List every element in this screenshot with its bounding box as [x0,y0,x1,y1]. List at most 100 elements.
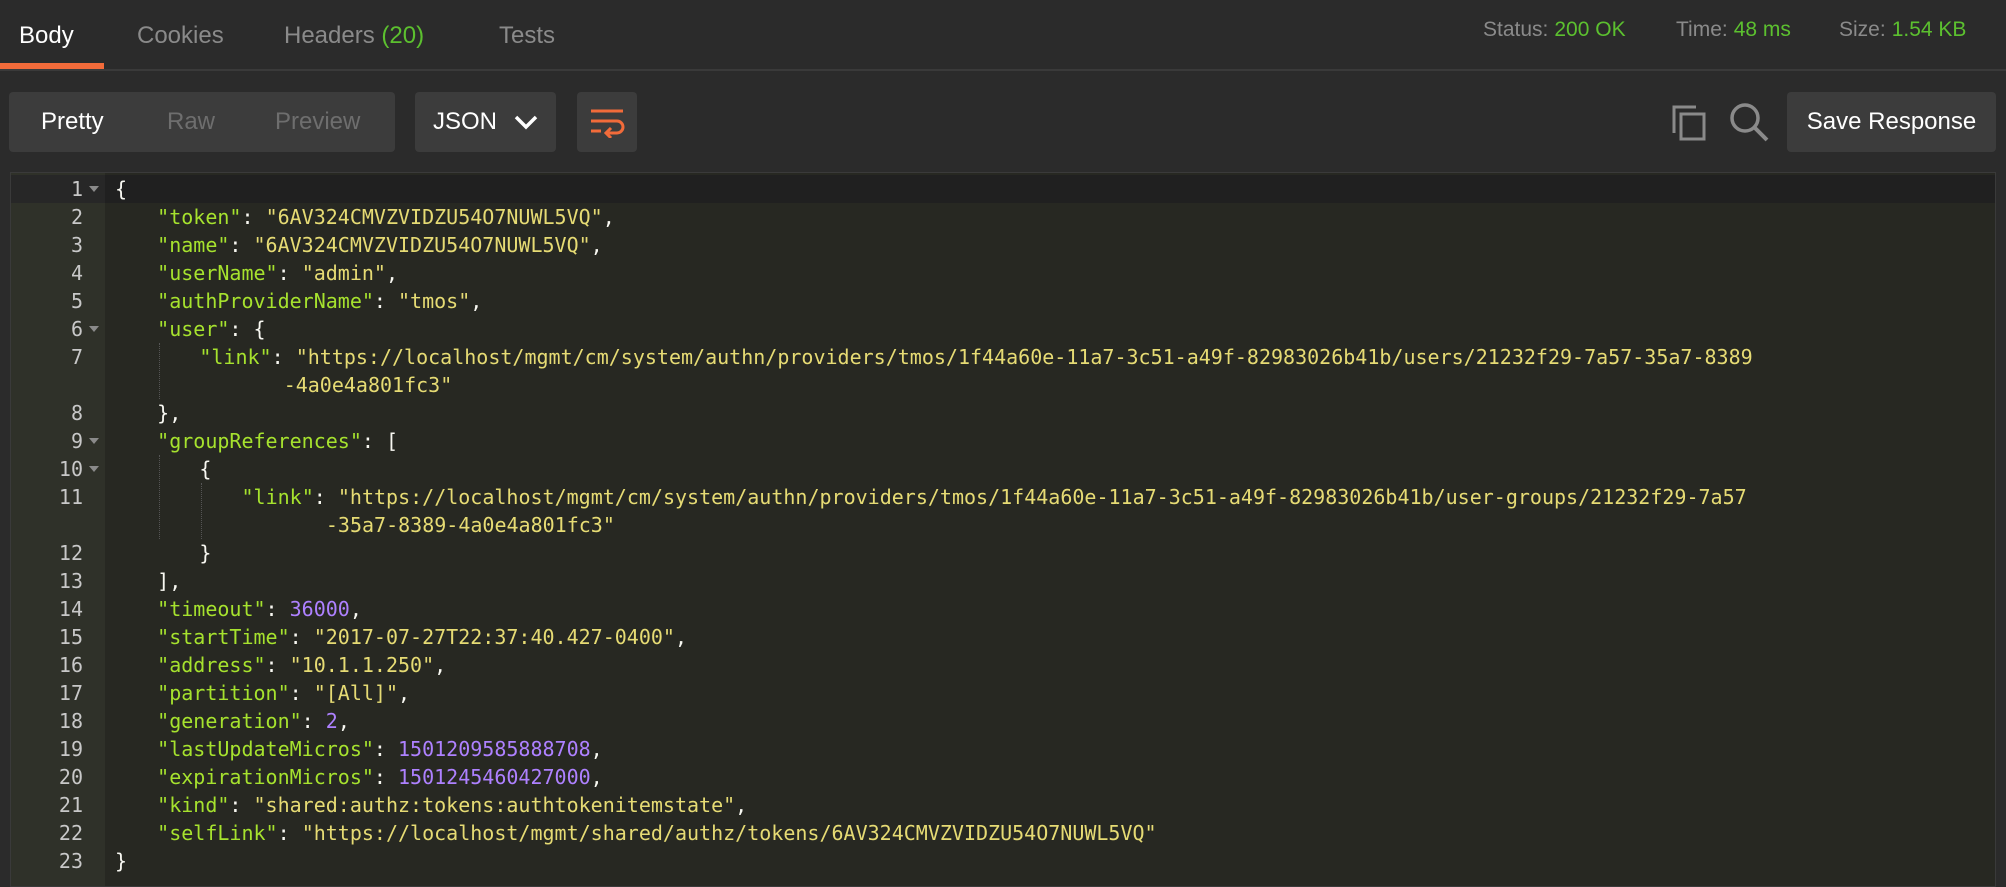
json-colon: : [361,429,386,453]
line-number: 11 [58,485,83,509]
code-line: 23} [11,847,1995,875]
code-line: 9 "groupReferences": [ [11,427,1995,455]
indent-guide [159,455,161,539]
json-key: "link" [199,345,272,369]
headers-count-badge: (20) [381,22,425,49]
code-line: 8}, [11,399,1995,427]
code-line: 22 "selfLink": "https://localhost/mgmt/sh… [11,819,1995,847]
raw-button[interactable]: Raw [167,92,215,152]
json-colon: : [313,485,338,509]
code-text: "user": { [157,315,265,343]
json-string-value: "https://localhost/mgmt/cm/system/authn/… [295,345,1753,369]
json-string-value: "tmos" [398,289,471,313]
json-punctuation: { [115,177,128,201]
code-text: "expirationMicros": 1501245460427000, [157,763,603,791]
code-line: 6 "user": { [11,315,1995,343]
json-string-value: "6AV324CMVZVIDZU54O7NUWL5VQ" [265,205,603,229]
line-number: 8 [70,401,83,425]
chevron-down-icon [514,115,538,130]
wrap-lines-button[interactable] [577,92,637,152]
json-colon: : [277,261,302,285]
json-comma: , [398,681,411,705]
line-number: 2 [70,205,83,229]
size-readout: Size: 1.54 KB [1839,18,1966,42]
tab-headers-label: Headers [284,22,375,49]
code-text: { [199,455,211,483]
json-string-value: -35a7-8389-4a0e4a801fc3" [325,513,615,537]
format-select-value: JSON [433,108,498,135]
copy-icon[interactable] [1670,103,1708,141]
wrap-lines-icon [591,109,625,138]
json-string-value: "[All]" [313,681,399,705]
fold-toggle-icon[interactable] [89,466,99,472]
line-number: 7 [70,345,83,369]
line-number: 15 [58,625,83,649]
tab-body[interactable]: Body [19,0,74,69]
search-icon[interactable] [1728,101,1770,143]
code-text: "selfLink": "https://localhost/mgmt/shar… [157,819,1156,847]
json-key: "kind" [157,793,230,817]
line-number: 18 [58,709,83,733]
json-key: "user" [157,317,230,341]
code-line: -35a7-8389-4a0e4a801fc3" [11,511,1995,539]
code-line: 21 "kind": "shared:authz:tokens:authtoken… [11,791,1995,819]
code-text: "partition": "[All]", [157,679,410,707]
json-key: "timeout" [157,597,266,621]
json-colon: : [241,205,266,229]
size-label: Size: [1839,18,1886,41]
line-number: 13 [58,569,83,593]
json-string-value: "https://localhost/mgmt/cm/system/authn/… [337,485,1747,509]
json-punctuation: { [199,457,212,481]
tab-body-label: Body [19,22,74,49]
code-line: 12} [11,539,1995,567]
json-punctuation: { [253,317,266,341]
json-comma: , [349,597,362,621]
json-colon: : [277,821,302,845]
line-number: 16 [58,653,83,677]
code-line: 2 "token": "6AV324CMVZVIDZU54O7NUWL5VQ", [11,203,1995,231]
line-number: 23 [58,849,83,873]
json-key: "address" [157,653,266,677]
tab-headers[interactable]: Headers (20) [284,0,424,69]
json-punctuation: [ [385,429,399,453]
code-line: 19 "lastUpdateMicros": 1501209585888708, [11,735,1995,763]
fold-toggle-icon[interactable] [89,326,99,332]
code-text: "address": "10.1.1.250", [157,651,446,679]
response-tabs-bar: Body Cookies Headers (20) Tests Status: 2… [0,0,2006,71]
json-comma: , [590,737,603,761]
status-value: 200 OK [1554,18,1626,41]
line-number: 14 [58,597,83,621]
tab-cookies[interactable]: Cookies [137,0,224,69]
code-line: 5 "authProviderName": "tmos", [11,287,1995,315]
json-colon: : [265,597,290,621]
fold-toggle-icon[interactable] [89,186,99,192]
preview-button[interactable]: Preview [275,92,360,152]
response-body-editor[interactable]: 1{2 "token": "6AV324CMVZVIDZU54O7NUWL5VQ"… [10,172,1996,887]
pretty-button[interactable]: Pretty [41,92,104,152]
code-text: "authProviderName": "tmos", [157,287,482,315]
code-line: 16 "address": "10.1.1.250", [11,651,1995,679]
code-text: ], [157,567,181,595]
time-readout: Time: 48 ms [1676,18,1791,42]
line-number: 9 [70,429,83,453]
format-select[interactable]: JSON [415,92,556,152]
json-comma: , [674,625,687,649]
tab-tests[interactable]: Tests [499,0,555,69]
status-label: Status: [1483,18,1549,41]
fold-toggle-icon[interactable] [89,438,99,444]
save-response-button[interactable]: Save Response [1787,92,1996,152]
json-colon: : [301,709,326,733]
code-text: } [199,539,211,567]
code-line: 1{ [11,175,1995,203]
json-punctuation: ], [157,569,182,593]
code-text: "link": "https://localhost/mgmt/cm/syste… [242,483,1747,511]
json-colon: : [289,681,314,705]
json-comma: , [602,205,615,229]
json-string-value: "https://localhost/mgmt/shared/authz/tok… [301,821,1157,845]
code-line: 14 "timeout": 36000, [11,595,1995,623]
json-colon: : [229,793,254,817]
json-colon: : [229,317,254,341]
json-colon: : [271,345,296,369]
code-line: -4a0e4a801fc3" [11,371,1995,399]
code-text: } [115,847,127,875]
